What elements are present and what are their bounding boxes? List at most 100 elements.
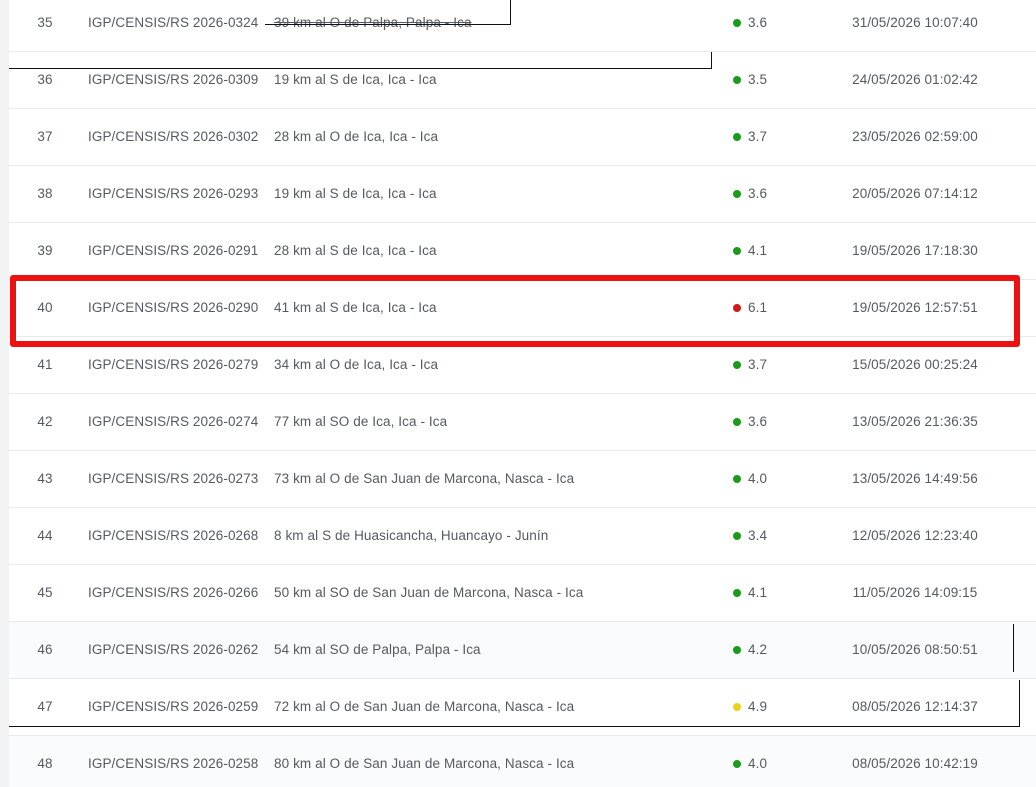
magnitude-cell: 4.1 <box>733 565 793 621</box>
table-row[interactable]: 38 IGP/CENSIS/RS 2026-0293 19 km al S de I… <box>9 166 1036 223</box>
magnitude-cell: 3.6 <box>733 0 793 51</box>
location-reference: 50 km al SO de San Juan de Marcona, Nasc… <box>274 585 584 600</box>
magnitude-value: 4.9 <box>748 699 768 714</box>
magnitude-cell: 3.4 <box>733 508 793 564</box>
table-row[interactable]: 40 IGP/CENSIS/RS 2026-0290 41 km al S de I… <box>9 280 1036 337</box>
magnitude-value: 4.1 <box>748 585 768 600</box>
magnitude-level-dot-icon <box>733 361 741 369</box>
magnitude-value: 4.0 <box>748 471 768 486</box>
location-reference: 19 km al S de Ica, Ica - Ica <box>274 72 437 87</box>
location-reference: 34 km al O de Ica, Ica - Ica <box>274 357 439 372</box>
magnitude-value: 4.0 <box>748 756 768 771</box>
report-code: IGP/CENSIS/RS 2026-0324 <box>88 15 259 30</box>
magnitude-level-dot-icon <box>733 760 741 768</box>
magnitude-value: 3.5 <box>748 72 768 87</box>
report-code: IGP/CENSIS/RS 2026-0274 <box>88 414 259 429</box>
table-row[interactable]: 41 IGP/CENSIS/RS 2026-0279 34 km al O de I… <box>9 337 1036 394</box>
magnitude-level-dot-icon <box>733 703 741 711</box>
row-number: 37 <box>37 129 53 144</box>
row-number: 35 <box>37 15 53 30</box>
magnitude-cell: 4.2 <box>733 622 793 678</box>
table-row[interactable]: 42 IGP/CENSIS/RS 2026-0274 77 km al SO de … <box>9 394 1036 451</box>
magnitude-cell: 6.1 <box>733 280 793 336</box>
magnitude-level-dot-icon <box>733 532 741 540</box>
event-datetime: 19/05/2026 12:57:51 <box>852 300 978 315</box>
magnitude-cell: 3.6 <box>733 166 793 222</box>
location-reference: 8 km al S de Huasicancha, Huancayo - Jun… <box>274 528 549 543</box>
row-number: 43 <box>37 471 53 486</box>
magnitude-value: 4.1 <box>748 243 768 258</box>
event-datetime: 12/05/2026 12:23:40 <box>852 528 978 543</box>
table-row[interactable]: 35 IGP/CENSIS/RS 2026-0324 39 km al O de P… <box>9 0 1036 52</box>
table-row[interactable]: 36 IGP/CENSIS/RS 2026-0309 19 km al S de I… <box>9 52 1036 109</box>
table-row[interactable]: 48 IGP/CENSIS/RS 2026-0258 80 km al O de S… <box>9 736 1036 787</box>
magnitude-level-dot-icon <box>733 247 741 255</box>
magnitude-cell: 3.7 <box>733 109 793 165</box>
table-row[interactable]: 44 IGP/CENSIS/RS 2026-0268 8 km al S de Hu… <box>9 508 1036 565</box>
magnitude-value: 4.2 <box>748 642 768 657</box>
report-code: IGP/CENSIS/RS 2026-0279 <box>88 357 259 372</box>
location-reference: 77 km al SO de Ica, Ica - Ica <box>274 414 448 429</box>
report-code: IGP/CENSIS/RS 2026-0273 <box>88 471 259 486</box>
location-reference: 28 km al S de Ica, Ica - Ica <box>274 243 437 258</box>
report-code: IGP/CENSIS/RS 2026-0293 <box>88 186 259 201</box>
event-datetime: 13/05/2026 21:36:35 <box>852 414 978 429</box>
row-number: 38 <box>37 186 53 201</box>
location-reference: 28 km al O de Ica, Ica - Ica <box>274 129 439 144</box>
location-reference: 73 km al O de San Juan de Marcona, Nasca… <box>274 471 575 486</box>
row-number: 46 <box>37 642 53 657</box>
report-code: IGP/CENSIS/RS 2026-0291 <box>88 243 259 258</box>
report-code: IGP/CENSIS/RS 2026-0262 <box>88 642 259 657</box>
event-datetime: 10/05/2026 08:50:51 <box>852 642 978 657</box>
event-datetime: 19/05/2026 17:18:30 <box>852 243 978 258</box>
magnitude-level-dot-icon <box>733 589 741 597</box>
table-row[interactable]: 39 IGP/CENSIS/RS 2026-0291 28 km al S de I… <box>9 223 1036 280</box>
location-reference: 80 km al O de San Juan de Marcona, Nasca… <box>274 756 575 771</box>
report-code: IGP/CENSIS/RS 2026-0290 <box>88 300 259 315</box>
magnitude-level-dot-icon <box>733 475 741 483</box>
earthquake-table: 35 IGP/CENSIS/RS 2026-0324 39 km al O de P… <box>9 0 1036 787</box>
magnitude-level-dot-icon <box>733 304 741 312</box>
table-row[interactable]: 45 IGP/CENSIS/RS 2026-0266 50 km al SO de … <box>9 565 1036 622</box>
magnitude-level-dot-icon <box>733 19 741 27</box>
magnitude-level-dot-icon <box>733 133 741 141</box>
magnitude-cell: 3.5 <box>733 52 793 108</box>
event-datetime: 20/05/2026 07:14:12 <box>852 186 978 201</box>
location-reference: 19 km al S de Ica, Ica - Ica <box>274 186 437 201</box>
magnitude-cell: 3.6 <box>733 394 793 450</box>
report-code: IGP/CENSIS/RS 2026-0302 <box>88 129 259 144</box>
row-number: 40 <box>37 300 53 315</box>
row-number: 44 <box>37 528 53 543</box>
magnitude-cell: 4.0 <box>733 736 793 787</box>
magnitude-value: 3.4 <box>748 528 768 543</box>
location-reference: 72 km al O de San Juan de Marcona, Nasca… <box>274 699 575 714</box>
table-row[interactable]: 46 IGP/CENSIS/RS 2026-0262 54 km al SO de … <box>9 622 1036 679</box>
table-row[interactable]: 47 IGP/CENSIS/RS 2026-0259 72 km al O de S… <box>9 679 1036 736</box>
magnitude-value: 3.7 <box>748 129 768 144</box>
row-number: 45 <box>37 585 53 600</box>
event-datetime: 23/05/2026 02:59:00 <box>852 129 978 144</box>
row-number: 36 <box>37 72 53 87</box>
magnitude-cell: 4.1 <box>733 223 793 279</box>
event-datetime: 31/05/2026 10:07:40 <box>852 15 978 30</box>
report-code: IGP/CENSIS/RS 2026-0259 <box>88 699 259 714</box>
row-number: 42 <box>37 414 53 429</box>
report-code: IGP/CENSIS/RS 2026-0266 <box>88 585 259 600</box>
row-number: 48 <box>37 756 53 771</box>
event-datetime: 08/05/2026 12:14:37 <box>852 699 978 714</box>
magnitude-cell: 4.0 <box>733 451 793 507</box>
event-datetime: 24/05/2026 01:02:42 <box>852 72 978 87</box>
magnitude-value: 3.6 <box>748 414 768 429</box>
magnitude-level-dot-icon <box>733 190 741 198</box>
event-datetime: 15/05/2026 00:25:24 <box>852 357 978 372</box>
earthquake-report-list-viewport: 35 IGP/CENSIS/RS 2026-0324 39 km al O de P… <box>0 0 1036 787</box>
table-row[interactable]: 37 IGP/CENSIS/RS 2026-0302 28 km al O de I… <box>9 109 1036 166</box>
magnitude-level-dot-icon <box>733 646 741 654</box>
magnitude-value: 6.1 <box>748 300 768 315</box>
magnitude-level-dot-icon <box>733 76 741 84</box>
table-row[interactable]: 43 IGP/CENSIS/RS 2026-0273 73 km al O de S… <box>9 451 1036 508</box>
magnitude-level-dot-icon <box>733 418 741 426</box>
event-datetime: 11/05/2026 14:09:15 <box>852 585 978 600</box>
row-number: 39 <box>37 243 53 258</box>
magnitude-value: 3.6 <box>748 186 768 201</box>
